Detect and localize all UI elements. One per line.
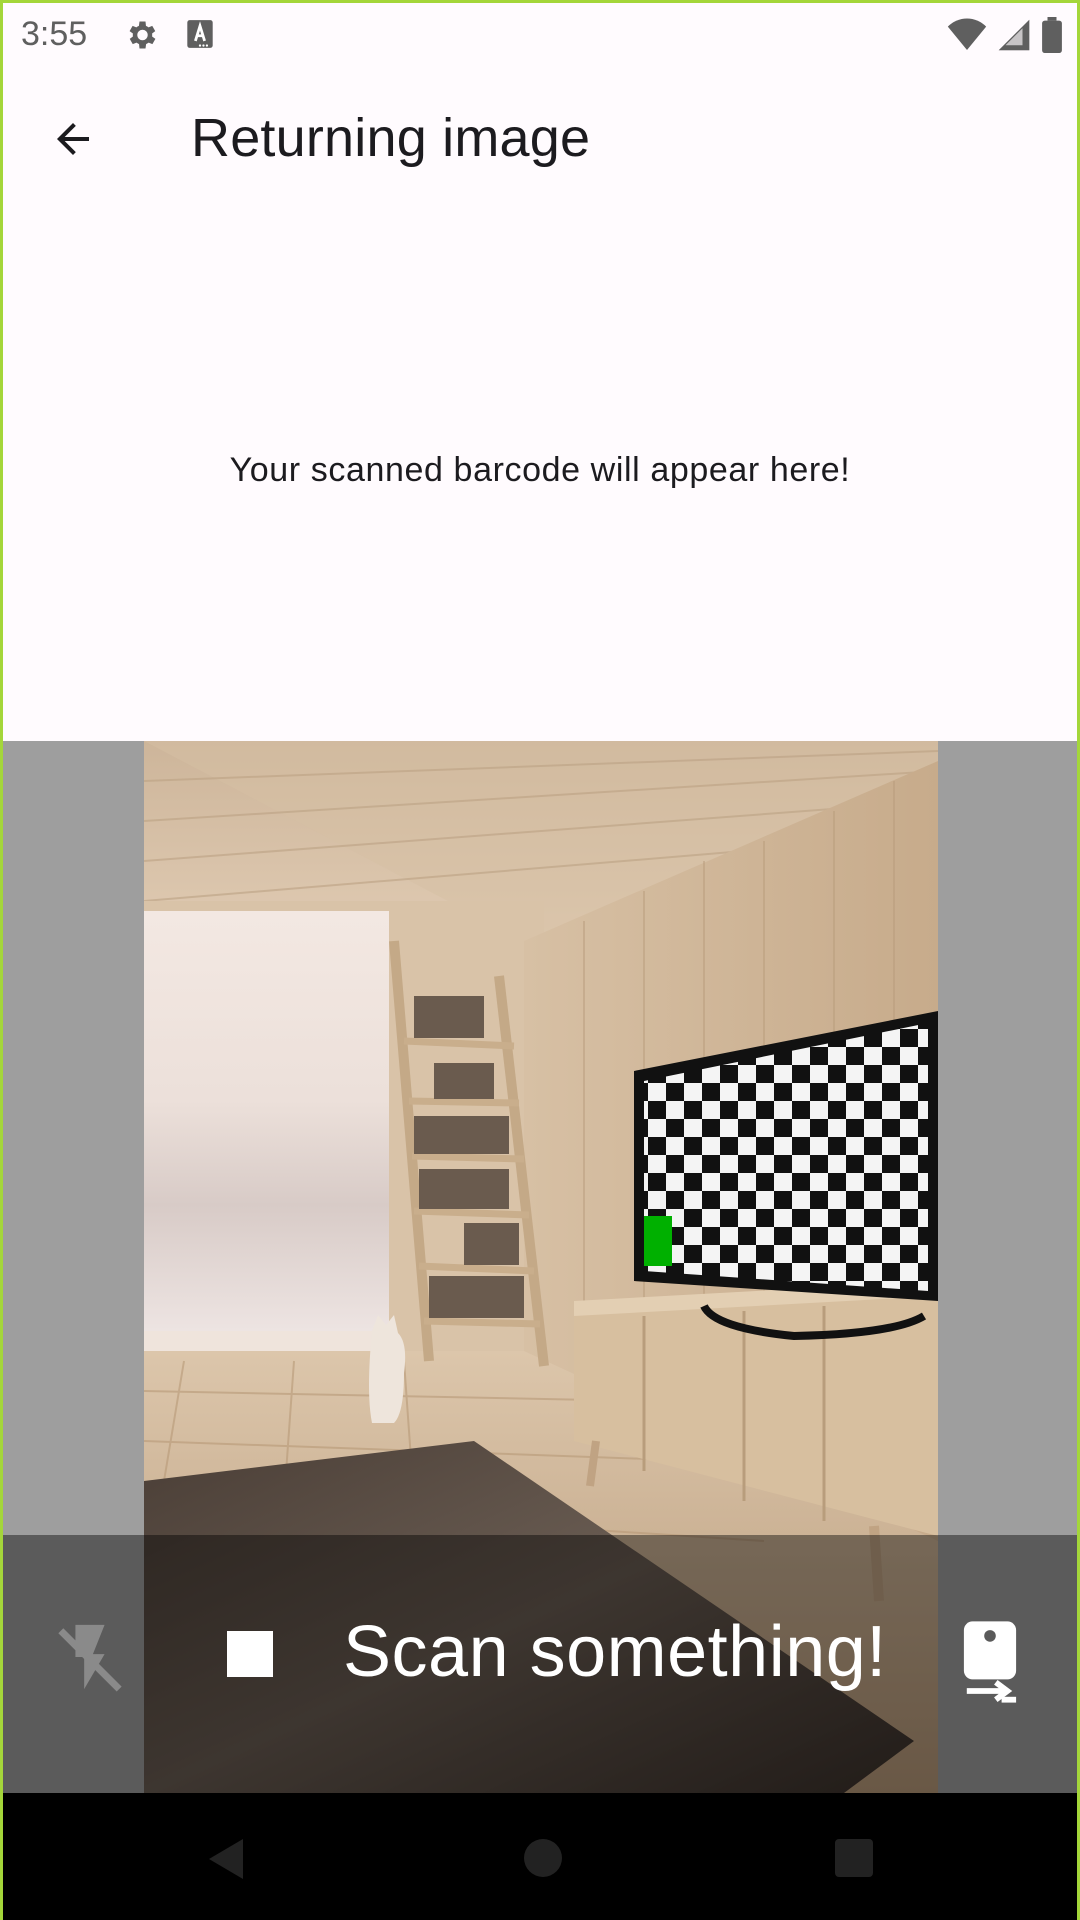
nav-back-icon[interactable]	[207, 1837, 247, 1881]
battery-icon	[1042, 17, 1062, 53]
switch-camera-icon	[963, 1621, 1017, 1703]
stop-scan-button[interactable]	[227, 1631, 273, 1677]
wifi-icon	[947, 18, 987, 50]
tv-green-marker	[644, 1216, 672, 1266]
scan-status-label: Scan something!	[343, 1612, 887, 1692]
app-screen: 3:55 Returning image Your scanned barcod…	[0, 0, 1080, 1920]
flash-toggle-button[interactable]	[55, 1619, 125, 1695]
page-title: Returning image	[191, 108, 591, 168]
scan-result-placeholder: Your scanned barcode will appear here!	[229, 451, 851, 489]
cell-signal-icon	[998, 19, 1030, 51]
app-bar: Returning image	[3, 67, 1077, 211]
keyboard-a-icon	[187, 20, 213, 48]
arrow-back-icon	[57, 123, 89, 155]
gear-icon	[129, 21, 156, 49]
flash-off-icon	[58, 1624, 122, 1692]
nav-home-icon[interactable]	[524, 1839, 562, 1877]
status-time: 3:55	[21, 15, 88, 53]
status-icons	[947, 17, 1063, 53]
nav-recents-icon[interactable]	[835, 1839, 873, 1877]
switch-camera-button[interactable]	[961, 1621, 1019, 1703]
status-bar: 3:55	[3, 3, 1077, 67]
system-nav-bar	[3, 1793, 1077, 1920]
scanner-controls: Scan something!	[3, 1535, 1077, 1793]
back-button[interactable]	[37, 103, 109, 175]
